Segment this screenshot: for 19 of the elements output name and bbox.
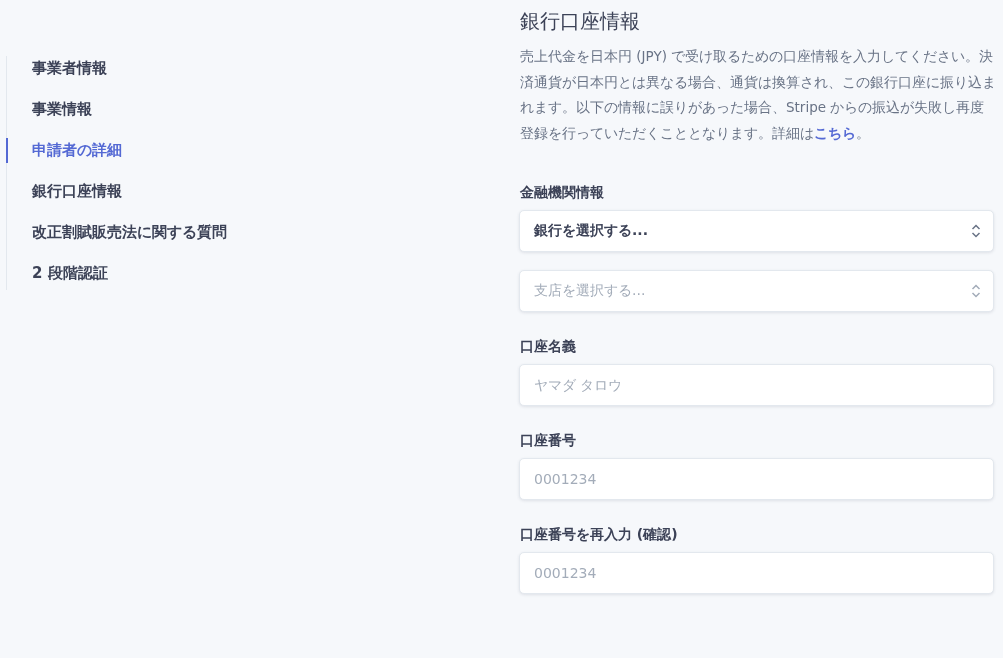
sidebar-item[interactable]: 改正割賦販売法に関する質問 bbox=[6, 220, 508, 245]
sidebar-item[interactable]: 事業情報 bbox=[6, 97, 508, 122]
section-title: 銀行口座情報 bbox=[520, 8, 641, 35]
chevron-updown-icon bbox=[971, 284, 981, 298]
select-field[interactable]: 銀行を選択する... bbox=[519, 210, 994, 252]
input-field[interactable]: 0001234 bbox=[519, 458, 994, 500]
field-label: 口座名義 bbox=[520, 337, 577, 356]
sidebar-item[interactable]: 申請者の詳細 bbox=[6, 138, 508, 163]
sidebar-item[interactable]: 事業者情報 bbox=[6, 56, 508, 81]
field-label: 口座番号 bbox=[520, 431, 577, 450]
input-field[interactable]: ヤマダ タロウ bbox=[519, 364, 994, 406]
description-text: 売上代金を日本円 (JPY) で受け取るための口座情報を入力してください。決済通貨が日本円とは異なる場合、通貨は換算され、この銀行口座に振り込まれます。以下の情報に誤りがあった場合、Stripe からの振込が失敗し再度登録を行っていただくこととなります。詳細はこちら。 bbox=[520, 47, 997, 143]
sidebar-item[interactable]: 銀行口座情報 bbox=[6, 179, 508, 204]
field-label: 金融機関情報 bbox=[520, 183, 605, 202]
field-label: 口座番号を再入力 (確認) bbox=[520, 525, 679, 544]
chevron-updown-icon bbox=[971, 224, 981, 238]
sidebar-item[interactable]: 2 段階認証 bbox=[6, 261, 508, 286]
input-field[interactable]: 0001234 bbox=[519, 552, 994, 594]
details-link[interactable]: こちら bbox=[814, 124, 856, 141]
